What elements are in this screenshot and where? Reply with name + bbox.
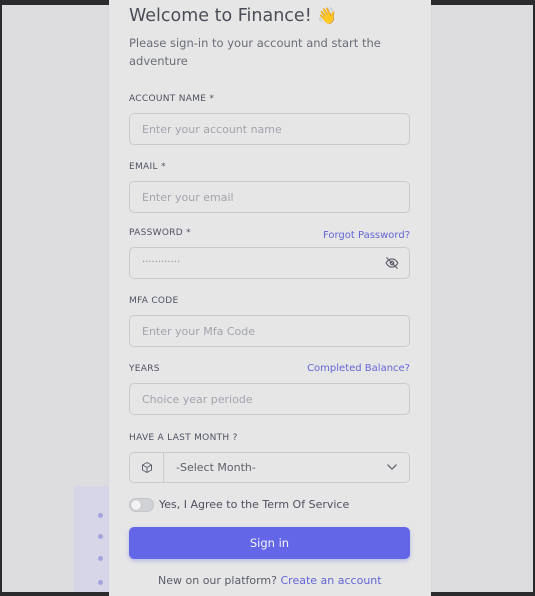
completed-balance-link[interactable]: Completed Balance? bbox=[307, 363, 410, 374]
forgot-password-link[interactable]: Forgot Password? bbox=[323, 230, 410, 241]
page-subtitle: Please sign-in to your account and start… bbox=[129, 36, 381, 68]
signup-prompt-text: New on our platform? bbox=[158, 574, 277, 587]
create-account-link[interactable]: Create an account bbox=[281, 574, 382, 587]
email-input[interactable] bbox=[129, 181, 410, 213]
signup-prompt: New on our platform? Create an account bbox=[158, 574, 382, 587]
mfa-code-input[interactable] bbox=[129, 315, 410, 347]
toggle-knob bbox=[131, 500, 141, 510]
decorative-dot bbox=[98, 580, 103, 585]
password-masked-value: ············ bbox=[142, 257, 181, 268]
mfa-code-label: MFA CODE bbox=[129, 296, 179, 306]
month-select[interactable]: -Select Month- bbox=[129, 452, 410, 483]
title-text: Welcome to Finance! bbox=[129, 6, 312, 26]
account-name-label: ACCOUNT NAME * bbox=[129, 94, 215, 104]
decorative-dot bbox=[98, 513, 103, 518]
page-title: Welcome to Finance! 👋 bbox=[129, 6, 337, 26]
eye-slash-icon[interactable] bbox=[385, 256, 399, 270]
account-name-input[interactable] bbox=[129, 113, 410, 145]
sign-in-button[interactable]: Sign in bbox=[129, 527, 410, 559]
chevron-down-icon bbox=[387, 464, 397, 470]
password-label: PASSWORD * bbox=[129, 228, 191, 238]
years-label: YEARS bbox=[129, 364, 160, 374]
years-input[interactable] bbox=[129, 383, 410, 415]
password-input[interactable]: ············ bbox=[129, 247, 410, 279]
decorative-dot bbox=[98, 534, 103, 539]
waving-hand-icon: 👋 bbox=[317, 6, 338, 25]
email-label: EMAIL * bbox=[129, 162, 166, 172]
select-addon bbox=[130, 453, 164, 482]
login-card: Welcome to Finance! 👋 Please sign-in to … bbox=[109, 0, 431, 596]
last-month-label: HAVE A LAST MONTH ? bbox=[129, 433, 238, 443]
decorative-dot bbox=[98, 556, 103, 561]
month-select-value: -Select Month- bbox=[176, 461, 256, 474]
cube-icon bbox=[142, 462, 152, 473]
terms-toggle[interactable] bbox=[129, 498, 154, 512]
terms-label: Yes, I Agree to the Term Of Service bbox=[159, 498, 350, 511]
